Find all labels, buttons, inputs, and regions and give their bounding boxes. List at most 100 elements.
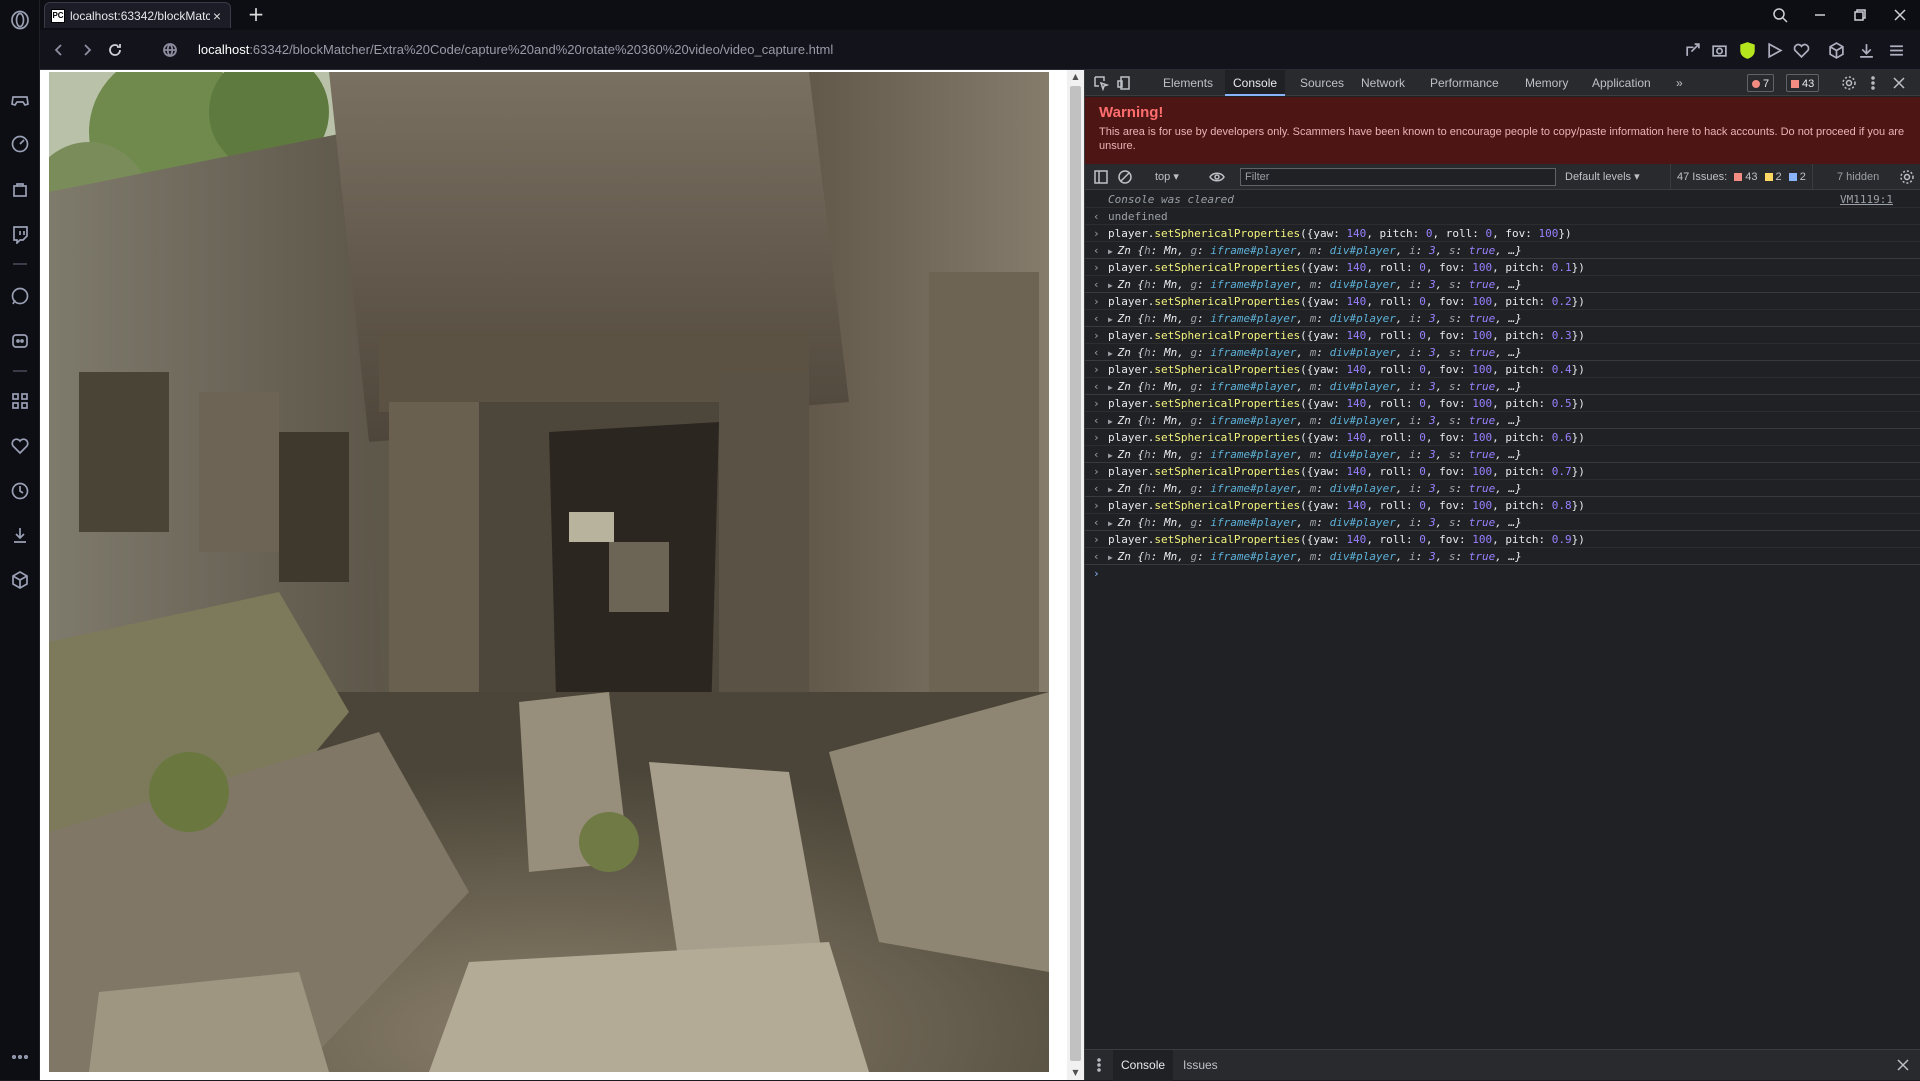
more-options-icon[interactable] bbox=[9, 1046, 31, 1068]
history-clock-icon[interactable] bbox=[9, 480, 31, 502]
result-arrow-icon: ‹ bbox=[1093, 516, 1100, 529]
scroll-down-arrow[interactable]: ▼ bbox=[1071, 1068, 1080, 1077]
apps-grid-icon[interactable] bbox=[9, 390, 31, 412]
devtools-tab-bar: Elements Console Sources Network Perform… bbox=[1085, 70, 1920, 96]
drawer-menu-icon[interactable] bbox=[1091, 1057, 1107, 1073]
bookmark-heart-icon[interactable] bbox=[1790, 39, 1812, 61]
console-command-row[interactable]: › player.setSphericalProperties({yaw: 140… bbox=[1085, 395, 1920, 412]
tab-console[interactable]: Console bbox=[1225, 70, 1286, 96]
context-selector[interactable]: top ▾ bbox=[1155, 164, 1179, 190]
restore-icon[interactable] bbox=[1840, 0, 1880, 30]
issues-button[interactable]: 47 Issues: 43 2 2 bbox=[1670, 164, 1813, 190]
sidebar-toggle-icon[interactable] bbox=[1093, 169, 1109, 185]
console-command-row[interactable]: › player.setSphericalProperties({yaw: 140… bbox=[1085, 497, 1920, 514]
tab-performance[interactable]: Performance bbox=[1422, 70, 1507, 96]
drawer-tab-console[interactable]: Console bbox=[1113, 1050, 1174, 1081]
forward-icon[interactable] bbox=[76, 39, 98, 61]
settings-gear-icon[interactable] bbox=[1841, 75, 1857, 91]
console-settings-gear-icon[interactable] bbox=[1899, 169, 1915, 185]
error-count-badge[interactable]: 7 bbox=[1747, 74, 1775, 92]
share-icon[interactable] bbox=[1681, 39, 1703, 61]
reload-icon[interactable] bbox=[104, 39, 126, 61]
speedometer-icon[interactable] bbox=[9, 133, 31, 155]
pitch-value: 0.7 bbox=[1551, 465, 1572, 478]
tab-sources[interactable]: Sources bbox=[1292, 70, 1352, 96]
twitch-icon[interactable] bbox=[9, 223, 31, 245]
search-tabs-icon[interactable] bbox=[1760, 0, 1800, 30]
console-result-row[interactable]: ‹ ▶ Zn {h: Mn, g: iframe#player, m: div#p… bbox=[1085, 344, 1920, 361]
cube-icon[interactable] bbox=[9, 569, 31, 591]
console-command-row[interactable]: › player.setSphericalProperties({yaw: 140… bbox=[1085, 293, 1920, 310]
scroll-up-arrow[interactable]: ▲ bbox=[1071, 72, 1080, 81]
url-field[interactable]: localhost:63342/blockMatcher/Extra%20Cod… bbox=[198, 42, 833, 57]
key-g: g bbox=[1190, 414, 1198, 427]
clear-console-icon[interactable] bbox=[1117, 169, 1133, 185]
key-g: g bbox=[1190, 380, 1198, 393]
issue-count-badge[interactable]: 43 bbox=[1786, 74, 1820, 92]
vpn-shield-icon[interactable] bbox=[1736, 39, 1758, 61]
minimize-icon[interactable] bbox=[1800, 0, 1840, 30]
console-result-row[interactable]: ‹ ▶ Zn {h: Mn, g: iframe#player, m: div#p… bbox=[1085, 378, 1920, 395]
more-tabs-chevron-icon[interactable]: » bbox=[1668, 70, 1691, 96]
console-command-row[interactable]: › player.setSphericalProperties({yaw: 140… bbox=[1085, 463, 1920, 480]
console-result-row[interactable]: ‹ ▶ Zn {h: Mn, g: iframe#player, m: div#p… bbox=[1085, 310, 1920, 327]
site-info-icon[interactable] bbox=[159, 39, 181, 61]
console-command-row[interactable]: › player.setSphericalProperties({yaw: 140… bbox=[1085, 531, 1920, 548]
gamepad-icon[interactable] bbox=[9, 89, 31, 111]
console-result-row[interactable]: ‹ ▶ Zn {h: Mn, g: iframe#player, m: div#p… bbox=[1085, 480, 1920, 497]
kebab-menu-icon[interactable] bbox=[1865, 75, 1881, 91]
extensions-cube-icon[interactable] bbox=[1825, 39, 1847, 61]
snapshot-camera-icon[interactable] bbox=[1708, 39, 1730, 61]
player-send-icon[interactable] bbox=[1763, 39, 1785, 61]
console-result-row[interactable]: ‹ ▶ Zn {h: Mn, g: iframe#player, m: div#p… bbox=[1085, 276, 1920, 293]
opera-logo-icon[interactable] bbox=[9, 9, 31, 31]
scrollbar-thumb[interactable] bbox=[1070, 86, 1081, 1061]
console-command-row[interactable]: › player.setSphericalProperties({yaw: 140… bbox=[1085, 429, 1920, 446]
console-result-row[interactable]: ‹ ▶ Zn {h: Mn, g: iframe#player, m: div#p… bbox=[1085, 242, 1920, 259]
tab-network[interactable]: Network bbox=[1353, 70, 1413, 96]
menu-icon[interactable] bbox=[1885, 39, 1907, 61]
console-result-row[interactable]: ‹ ▶ Zn {h: Mn, g: iframe#player, m: div#p… bbox=[1085, 412, 1920, 429]
log-levels-dropdown[interactable]: Default levels ▾ bbox=[1565, 164, 1640, 190]
issues-info-count: 2 bbox=[1799, 171, 1806, 183]
code-player: player bbox=[1108, 465, 1148, 478]
discord-icon[interactable] bbox=[9, 330, 31, 352]
console-result-row[interactable]: ‹ ▶ Zn {h: Mn, g: iframe#player, m: div#p… bbox=[1085, 514, 1920, 531]
video-player[interactable] bbox=[49, 72, 1049, 1072]
whatsapp-icon[interactable] bbox=[9, 285, 31, 307]
browser-tab[interactable]: PC localhost:63342/blockMatc × bbox=[44, 2, 231, 28]
console-result-row[interactable]: ‹ ▶ Zn {h: Mn, g: iframe#player, m: div#p… bbox=[1085, 446, 1920, 463]
code-player: player bbox=[1108, 329, 1148, 342]
tab-application[interactable]: Application bbox=[1584, 70, 1659, 96]
close-devtools-icon[interactable] bbox=[1891, 75, 1907, 91]
inspect-element-icon[interactable] bbox=[1093, 75, 1110, 92]
code-method: setSphericalProperties bbox=[1154, 227, 1301, 240]
tab-elements[interactable]: Elements bbox=[1155, 70, 1221, 96]
drawer-tab-issues[interactable]: Issues bbox=[1175, 1050, 1226, 1081]
console-command-row[interactable]: › player.setSphericalProperties({yaw: 140… bbox=[1085, 259, 1920, 276]
value-i: 3 bbox=[1428, 550, 1436, 563]
downloads-icon[interactable] bbox=[1855, 39, 1877, 61]
shopping-bag-icon[interactable] bbox=[9, 178, 31, 200]
console-result-row[interactable]: ‹ ▶ Zn {h: Mn, g: iframe#player, m: div#p… bbox=[1085, 548, 1920, 565]
close-tab-icon[interactable]: × bbox=[210, 9, 224, 23]
source-link[interactable]: VM1119:1 bbox=[1840, 191, 1893, 208]
device-toolbar-icon[interactable] bbox=[1117, 75, 1133, 91]
live-expression-eye-icon[interactable] bbox=[1209, 169, 1225, 185]
heart-icon[interactable] bbox=[9, 435, 31, 457]
close-drawer-icon[interactable] bbox=[1895, 1057, 1911, 1073]
download-icon[interactable] bbox=[9, 524, 31, 546]
console-filter-input[interactable]: Filter bbox=[1240, 168, 1556, 186]
console-command-row[interactable]: › player.setSphericalProperties({yaw: 140… bbox=[1085, 225, 1920, 242]
page-scrollbar[interactable]: ▲ ▼ bbox=[1067, 70, 1084, 1080]
key-h: h bbox=[1144, 516, 1151, 529]
issues-error-count: 43 bbox=[1745, 171, 1758, 183]
tab-memory[interactable]: Memory bbox=[1517, 70, 1576, 96]
console-command-row[interactable]: › player.setSphericalProperties({yaw: 140… bbox=[1085, 327, 1920, 344]
result-object-preview: Zn {h: Mn, g: iframe#player, m: div#play… bbox=[1117, 346, 1522, 359]
console-prompt-input[interactable]: › bbox=[1085, 565, 1920, 582]
back-icon[interactable] bbox=[48, 39, 70, 61]
new-tab-button[interactable]: + bbox=[245, 4, 267, 26]
close-window-icon[interactable] bbox=[1880, 0, 1920, 30]
console-command-row[interactable]: › player.setSphericalProperties({yaw: 140… bbox=[1085, 361, 1920, 378]
